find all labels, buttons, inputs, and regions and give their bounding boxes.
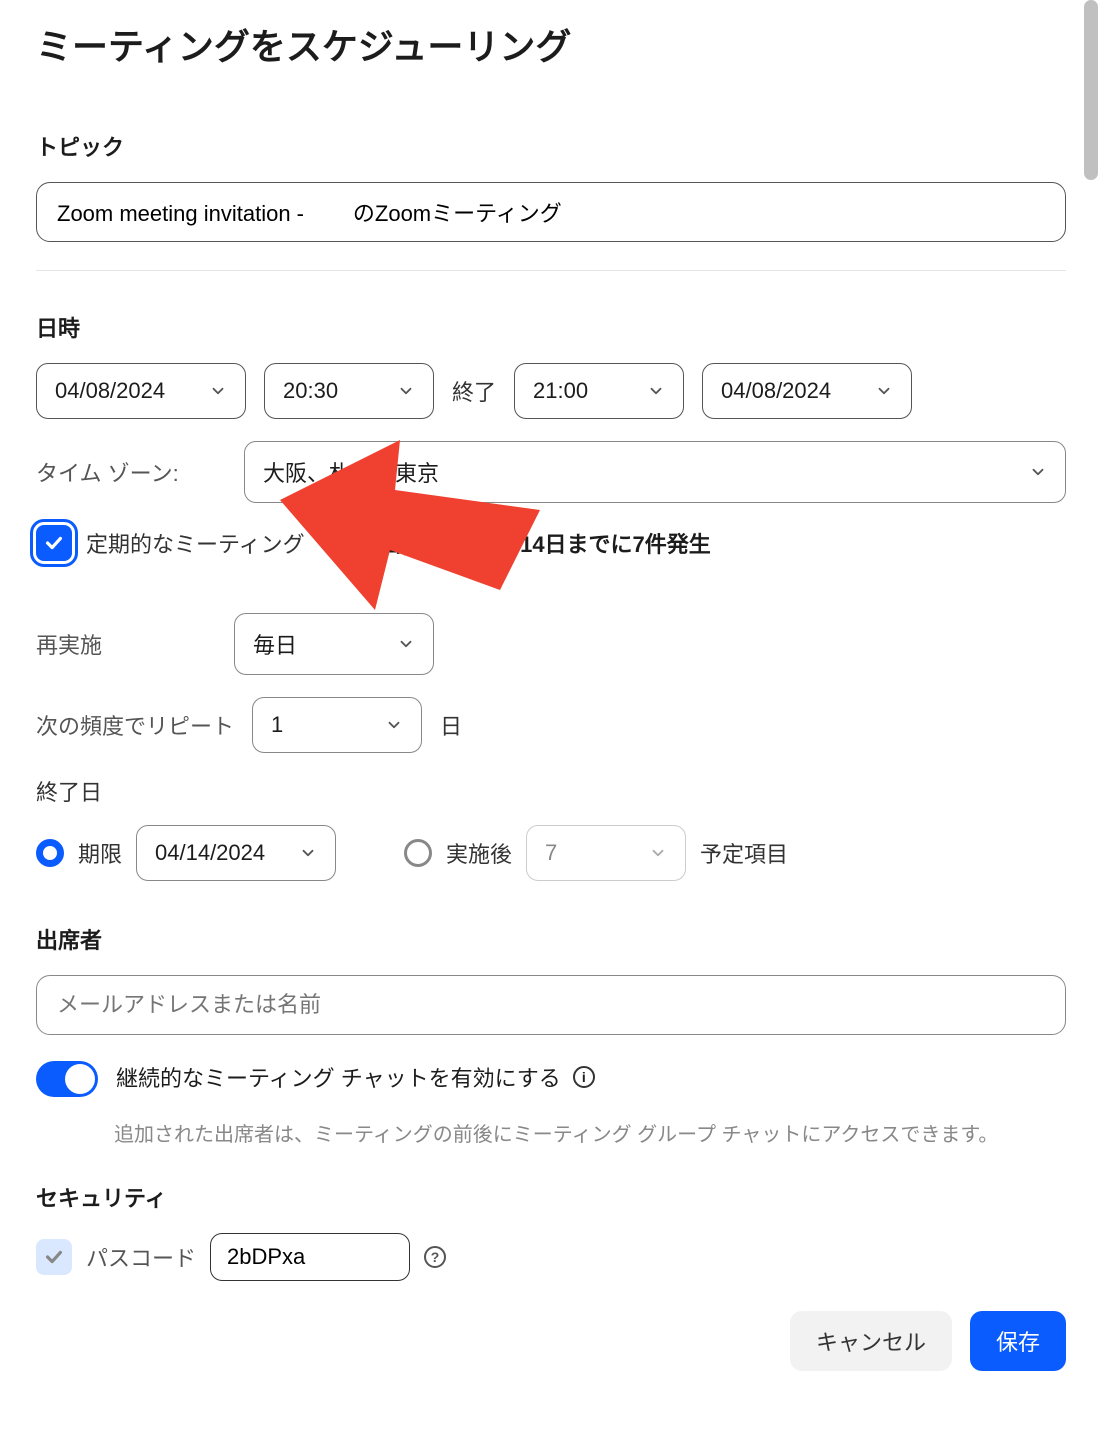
chevron-down-icon	[385, 716, 403, 734]
timezone-label: タイム ゾーン:	[36, 456, 226, 488]
scrollbar[interactable]	[1084, 0, 1098, 1434]
end-date-picker-value: 04/14/2024	[155, 840, 265, 866]
topic-label: トピック	[36, 130, 1066, 162]
end-by-date-radio[interactable]	[36, 839, 64, 867]
end-after-label: 実施後	[446, 837, 512, 869]
datetime-label: 日時	[36, 311, 1066, 343]
end-time-value: 21:00	[533, 378, 588, 404]
chevron-down-icon	[875, 382, 893, 400]
start-time-select[interactable]: 20:30	[264, 363, 434, 419]
cancel-button[interactable]: キャンセル	[790, 1311, 952, 1371]
frequency-select[interactable]: 1	[252, 697, 422, 753]
recurring-checkbox[interactable]	[36, 525, 72, 561]
timezone-select[interactable]: 大阪、札幌、東京	[244, 441, 1066, 503]
recurring-label: 定期的なミーティング	[86, 527, 305, 559]
security-label: セキュリティ	[36, 1181, 1066, 1213]
info-icon[interactable]: i	[573, 1066, 595, 1088]
chevron-down-icon	[397, 635, 415, 653]
frequency-label: 次の頻度でリピート	[36, 709, 234, 741]
start-date-value: 04/08/2024	[55, 378, 165, 404]
chevron-down-icon	[299, 844, 317, 862]
chevron-down-icon	[397, 382, 415, 400]
help-icon[interactable]: ?	[424, 1246, 446, 1268]
chevron-down-icon	[647, 382, 665, 400]
frequency-value: 1	[271, 712, 283, 738]
occurrences-unit: 予定項目	[700, 837, 788, 869]
start-time-value: 20:30	[283, 378, 338, 404]
timezone-value: 大阪、札幌、東京	[263, 456, 439, 488]
passcode-label: パスコード	[86, 1241, 196, 1273]
topic-input[interactable]	[36, 182, 1066, 242]
end-time-select[interactable]: 21:00	[514, 363, 684, 419]
occurrences-value: 7	[545, 840, 557, 866]
passcode-checkbox[interactable]	[36, 1239, 72, 1275]
frequency-unit: 日	[440, 709, 462, 741]
chevron-down-icon	[1029, 463, 1047, 481]
check-icon	[43, 1246, 65, 1268]
chevron-down-icon	[209, 382, 227, 400]
start-date-select[interactable]: 04/08/2024	[36, 363, 246, 419]
repeat-select[interactable]: 毎日	[234, 613, 434, 675]
check-icon	[43, 532, 65, 554]
scrollbar-thumb[interactable]	[1084, 0, 1098, 180]
end-by-date-label: 期限	[78, 837, 122, 869]
passcode-input[interactable]	[210, 1233, 410, 1281]
attendees-input[interactable]	[36, 975, 1066, 1035]
save-button[interactable]: 保存	[970, 1311, 1066, 1371]
end-date-value: 04/08/2024	[721, 378, 831, 404]
recurring-summary: 毎日, 2024年4月14日までに7件発生	[359, 527, 711, 559]
chat-toggle-label: 継続的なミーティング チャットを有効にする	[116, 1061, 561, 1093]
end-date-select[interactable]: 04/08/2024	[702, 363, 912, 419]
page-title: ミーティングをスケジューリング	[36, 18, 1066, 70]
chat-toggle[interactable]	[36, 1061, 98, 1097]
attendees-label: 出席者	[36, 923, 1066, 955]
chat-description: 追加された出席者は、ミーティングの前後にミーティング グループ チャットにアクセ…	[114, 1119, 1066, 1151]
occurrences-select[interactable]: 7	[526, 825, 686, 881]
end-after-radio[interactable]	[404, 839, 432, 867]
end-date-picker[interactable]: 04/14/2024	[136, 825, 336, 881]
end-label: 終了	[452, 375, 496, 407]
divider	[36, 270, 1066, 271]
repeat-label: 再実施	[36, 628, 216, 660]
repeat-value: 毎日	[253, 628, 297, 660]
chevron-down-icon	[649, 844, 667, 862]
end-section-label: 終了日	[36, 775, 1066, 807]
